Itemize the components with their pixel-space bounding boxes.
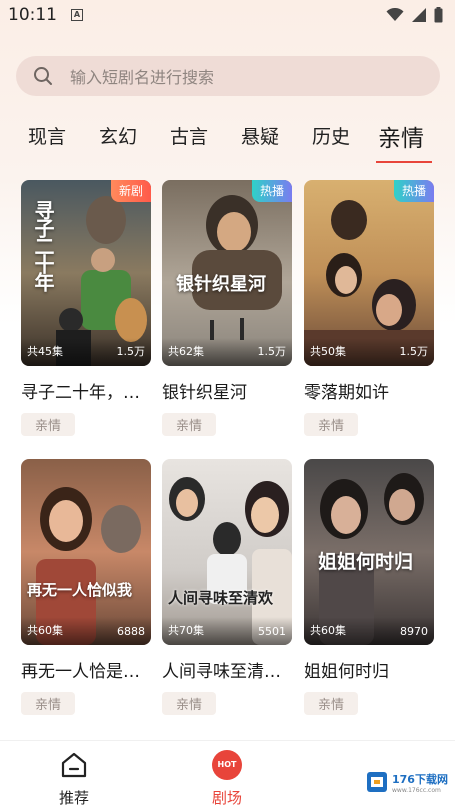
episode-count: 共45集	[27, 345, 63, 358]
drama-poster[interactable]: 姐姐何时归 共60集 8970	[304, 459, 434, 645]
home-icon	[61, 752, 87, 778]
active-tab-indicator	[376, 161, 432, 163]
nav-recommend[interactable]: 推荐	[39, 749, 109, 808]
genre-tag: 亲情	[21, 692, 76, 715]
wifi-icon	[386, 8, 404, 21]
view-count: 1.5万	[116, 345, 146, 358]
status-time: 10:11	[8, 5, 57, 25]
tab-guyan[interactable]: 古言	[170, 122, 208, 149]
drama-card[interactable]: 热播 共50集 1.5万 零落期如许 亲情	[304, 180, 434, 436]
watermark: 176下载网 www.176cc.com	[364, 766, 452, 798]
episode-count: 共62集	[168, 345, 204, 358]
drama-title[interactable]: 零落期如许	[304, 378, 434, 403]
nav-label-recommend: 推荐	[58, 789, 89, 807]
watermark-logo-icon	[367, 772, 387, 792]
search-input[interactable]: 输入短剧名进行搜索	[70, 64, 214, 88]
poster-title-text: 银针织星河	[176, 274, 266, 295]
tab-lishi[interactable]: 历史	[312, 122, 350, 149]
tab-qinqing[interactable]: 亲情	[378, 119, 424, 153]
drama-title[interactable]: 寻子二十年，…	[21, 378, 151, 403]
drama-card[interactable]: 人间寻味至清欢 共70集 5501 人间寻味至清… 亲情	[162, 459, 292, 715]
drama-poster[interactable]: 寻子二十年 新剧 共45集 1.5万	[21, 180, 151, 366]
episode-count: 共50集	[310, 345, 346, 358]
drama-card[interactable]: 寻子二十年 新剧 共45集 1.5万 寻子二十年，… 亲情	[21, 180, 151, 436]
drama-card[interactable]: 再无一人恰似我 共60集 6888 再无一人恰是… 亲情	[21, 459, 151, 715]
episode-count: 共70集	[168, 624, 204, 637]
genre-tag: 亲情	[162, 692, 217, 715]
a-letter-icon: A	[71, 9, 83, 21]
drama-card[interactable]: 银针织星河 热播 共62集 1.5万 银针织星河 亲情	[162, 180, 292, 436]
watermark-text: 176下载网	[392, 772, 448, 786]
nav-theater[interactable]: HOT 剧场	[192, 749, 262, 808]
tab-xianyan[interactable]: 现言	[28, 122, 66, 149]
tab-xuanyi[interactable]: 悬疑	[241, 122, 279, 149]
poster-title-text: 姐姐何时归	[318, 551, 414, 573]
drama-title[interactable]: 人间寻味至清…	[162, 657, 292, 682]
category-tabs: 现言 玄幻 古言 悬疑 历史 亲情	[0, 116, 455, 164]
drama-title[interactable]: 姐姐何时归	[304, 657, 434, 682]
search-icon	[34, 67, 52, 85]
tab-xuanhuan[interactable]: 玄幻	[99, 122, 137, 149]
drama-poster[interactable]: 银针织星河 热播 共62集 1.5万	[162, 180, 292, 366]
status-bar: 10:11 A	[0, 0, 455, 30]
view-count: 5501	[258, 625, 286, 638]
nav-label-theater: 剧场	[211, 789, 242, 807]
signal-icon	[412, 8, 426, 22]
genre-tag: 亲情	[162, 413, 217, 436]
hot-badge: 热播	[393, 180, 434, 202]
hot-badge: 热播	[251, 180, 292, 202]
episode-count: 共60集	[27, 624, 63, 637]
genre-tag: 亲情	[304, 692, 359, 715]
episode-count: 共60集	[310, 624, 346, 637]
drama-poster[interactable]: 人间寻味至清欢 共70集 5501	[162, 459, 292, 645]
drama-poster[interactable]: 再无一人恰似我 共60集 6888	[21, 459, 151, 645]
watermark-url: www.176cc.com	[392, 786, 441, 794]
battery-icon	[434, 7, 443, 23]
status-icons	[386, 7, 443, 23]
view-count: 1.5万	[257, 345, 287, 358]
drama-poster[interactable]: 热播 共50集 1.5万	[304, 180, 434, 366]
view-count: 1.5万	[399, 345, 429, 358]
poster-title-text: 再无一人恰似我	[27, 581, 133, 599]
new-badge: 新剧	[110, 180, 151, 202]
search-bar[interactable]: 输入短剧名进行搜索	[16, 56, 440, 96]
hot-icon: HOT	[212, 750, 242, 780]
genre-tag: 亲情	[21, 413, 76, 436]
poster-title-text: 寻子二十年	[31, 200, 55, 290]
view-count: 8970	[400, 625, 428, 638]
poster-title-text: 人间寻味至清欢	[168, 589, 274, 607]
drama-card[interactable]: 姐姐何时归 共60集 8970 姐姐何时归 亲情	[304, 459, 434, 715]
genre-tag: 亲情	[304, 413, 359, 436]
drama-title[interactable]: 银针织星河	[162, 378, 292, 403]
view-count: 6888	[117, 625, 145, 638]
drama-title[interactable]: 再无一人恰是…	[21, 657, 151, 682]
